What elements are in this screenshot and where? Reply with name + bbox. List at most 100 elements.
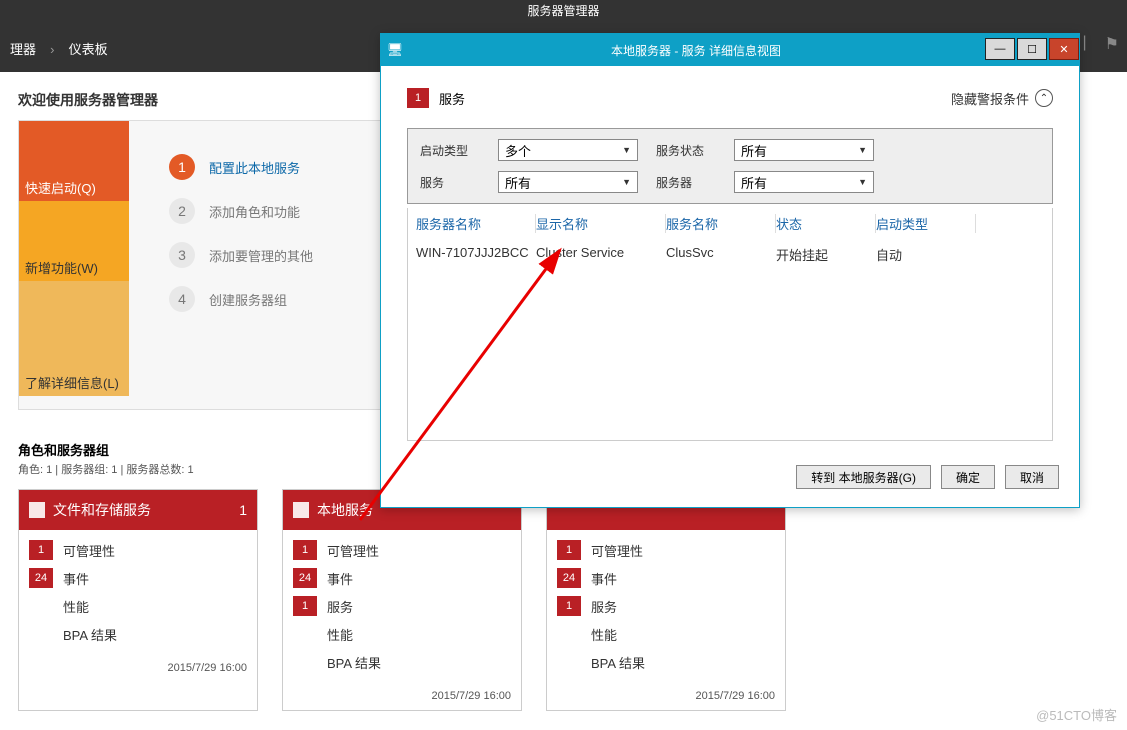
row-label: 性能 <box>591 625 617 644</box>
chevron-down-icon: ▼ <box>622 145 631 155</box>
select-value: 所有 <box>505 173 531 192</box>
card-row[interactable]: 1 服务 <box>283 592 521 620</box>
card-timestamp: 2015/7/29 16:00 <box>283 676 521 710</box>
filter-label: 服务器 <box>656 174 716 191</box>
tile-label: 新增功能(W) <box>25 258 98 277</box>
filter-label: 启动类型 <box>420 142 480 159</box>
close-button[interactable]: ✕ <box>1049 38 1079 60</box>
card-file-storage[interactable]: 文件和存储服务 1 1 可管理性 24 事件 性能 BPA 结果 2015/7/29… <box>18 489 258 711</box>
step-number: 4 <box>169 286 195 312</box>
cancel-button[interactable]: 取消 <box>1005 465 1059 489</box>
card-row[interactable]: 24事件 <box>283 564 521 592</box>
card-all-servers[interactable]: 1可管理性 24事件 1服务 性能 BPA 结果 2015/7/29 16:00 <box>546 489 786 711</box>
cell-startup: 自动 <box>876 245 976 264</box>
card-row[interactable]: BPA 结果 <box>19 620 257 648</box>
col-state[interactable]: 状态 <box>776 214 876 233</box>
flag-icon[interactable]: ⚑ <box>1105 34 1119 54</box>
row-label: BPA 结果 <box>63 625 117 644</box>
hide-alerts-toggle[interactable]: 隐藏警报条件 ⌃ <box>951 89 1053 108</box>
tile-new-features[interactable]: 新增功能(W) <box>19 201 129 281</box>
ok-button[interactable]: 确定 <box>941 465 995 489</box>
chevron-down-icon: ▼ <box>858 177 867 187</box>
badge: 24 <box>557 568 581 588</box>
minimize-button[interactable]: — <box>985 38 1015 60</box>
services-label: 服务 <box>439 89 465 108</box>
cell-display: Cluster Service <box>536 245 666 264</box>
col-server[interactable]: 服务器名称 <box>416 214 536 233</box>
card-header: 文件和存储服务 1 <box>19 490 257 530</box>
services-dialog: 🖥 本地服务器 - 服务 详细信息视图 — ☐ ✕ 1 服务 隐藏警报条件 ⌃ … <box>380 33 1080 508</box>
chevron-right-icon: › <box>50 42 54 57</box>
card-row[interactable]: 性能 <box>19 592 257 620</box>
watermark: @51CTO博客 <box>1036 705 1117 724</box>
row-label: 可管理性 <box>327 541 379 560</box>
card-local-server[interactable]: 本地服务 1可管理性 24事件 1服务 性能 BPA 结果 2015/7/29 … <box>282 489 522 711</box>
row-label: 可管理性 <box>63 541 115 560</box>
count-chip: 1 <box>407 88 429 108</box>
maximize-button[interactable]: ☐ <box>1017 38 1047 60</box>
table-row[interactable]: WIN-7107JJJ2BCC Cluster Service ClusSvc … <box>408 239 1052 270</box>
service-select[interactable]: 所有 ▼ <box>498 171 638 193</box>
cell-service: ClusSvc <box>666 245 776 264</box>
badge: 1 <box>557 540 581 560</box>
services-header: 1 服务 隐藏警报条件 ⌃ <box>407 88 1053 108</box>
dialog-footer: 转到 本地服务器(G) 确定 取消 <box>381 451 1079 507</box>
breadcrumb[interactable]: 理器 › 仪表板 <box>10 34 108 60</box>
filter-label: 服务 <box>420 174 480 191</box>
card-row[interactable]: 性能 <box>547 620 785 648</box>
dialog-titlebar[interactable]: 🖥 本地服务器 - 服务 详细信息视图 — ☐ ✕ <box>381 34 1079 66</box>
dialog-body: 1 服务 隐藏警报条件 ⌃ 启动类型 多个▼ 服务状态 所有▼ 服务 所有▼ 服… <box>381 66 1079 451</box>
window-buttons: — ☐ ✕ <box>983 38 1079 62</box>
card-row[interactable]: BPA 结果 <box>547 648 785 676</box>
row-label: 事件 <box>591 569 617 588</box>
step-label: 添加要管理的其他 <box>209 246 313 265</box>
tile-label: 快速启动(Q) <box>25 178 96 197</box>
row-label: BPA 结果 <box>327 653 381 672</box>
badge: 24 <box>29 568 53 588</box>
card-row[interactable]: 1可管理性 <box>547 536 785 564</box>
step-number: 1 <box>169 154 195 180</box>
badge: 1 <box>557 596 581 616</box>
select-value: 多个 <box>505 141 531 160</box>
card-title: 文件和存储服务 <box>53 500 231 520</box>
startup-type-select[interactable]: 多个 ▼ <box>498 139 638 161</box>
server-select[interactable]: 所有▼ <box>734 171 874 193</box>
card-timestamp: 2015/7/29 16:00 <box>19 648 257 682</box>
col-startup[interactable]: 启动类型 <box>876 214 976 233</box>
table-header: 服务器名称 显示名称 服务名称 状态 启动类型 <box>408 208 1052 239</box>
badge: 24 <box>293 568 317 588</box>
col-service[interactable]: 服务名称 <box>666 214 776 233</box>
server-icon <box>293 502 309 518</box>
step-number: 3 <box>169 242 195 268</box>
row-label: 性能 <box>63 597 89 616</box>
services-table: 服务器名称 显示名称 服务名称 状态 启动类型 WIN-7107JJJ2BCC … <box>407 208 1053 441</box>
tile-learn-more[interactable]: 了解详细信息(L) <box>19 281 129 396</box>
card-row[interactable]: 性能 <box>283 620 521 648</box>
card-body: 1 可管理性 24 事件 性能 BPA 结果 <box>19 530 257 648</box>
row-label: 服务 <box>327 597 353 616</box>
card-row[interactable]: 24 事件 <box>19 564 257 592</box>
badge: 1 <box>29 540 53 560</box>
card-row[interactable]: 1服务 <box>547 592 785 620</box>
step-label: 添加角色和功能 <box>209 202 300 221</box>
chevron-down-icon: ▼ <box>622 177 631 187</box>
col-display[interactable]: 显示名称 <box>536 214 666 233</box>
goto-server-button[interactable]: 转到 本地服务器(G) <box>796 465 931 489</box>
left-tiles: 快速启动(Q) 新增功能(W) 了解详细信息(L) <box>19 121 129 409</box>
breadcrumb-root: 理器 <box>10 42 36 57</box>
status-select[interactable]: 所有▼ <box>734 139 874 161</box>
cell-state: 开始挂起 <box>776 245 876 264</box>
card-row[interactable]: 1 可管理性 <box>19 536 257 564</box>
cards: 文件和存储服务 1 1 可管理性 24 事件 性能 BPA 结果 2015/7/29… <box>18 489 1127 711</box>
row-label: BPA 结果 <box>591 653 645 672</box>
card-row[interactable]: 1 可管理性 <box>283 536 521 564</box>
app-title-bar: 服务器管理器 <box>0 0 1127 22</box>
tile-quick-start[interactable]: 快速启动(Q) <box>19 121 129 201</box>
chevron-up-icon: ⌃ <box>1035 89 1053 107</box>
badge: 1 <box>293 596 317 616</box>
row-label: 事件 <box>63 569 89 588</box>
badge: 1 <box>293 540 317 560</box>
card-row[interactable]: 24 事件 <box>547 564 785 592</box>
filters-panel: 启动类型 多个▼ 服务状态 所有▼ 服务 所有▼ 服务器 所有▼ <box>407 128 1053 204</box>
card-row[interactable]: BPA 结果 <box>283 648 521 676</box>
